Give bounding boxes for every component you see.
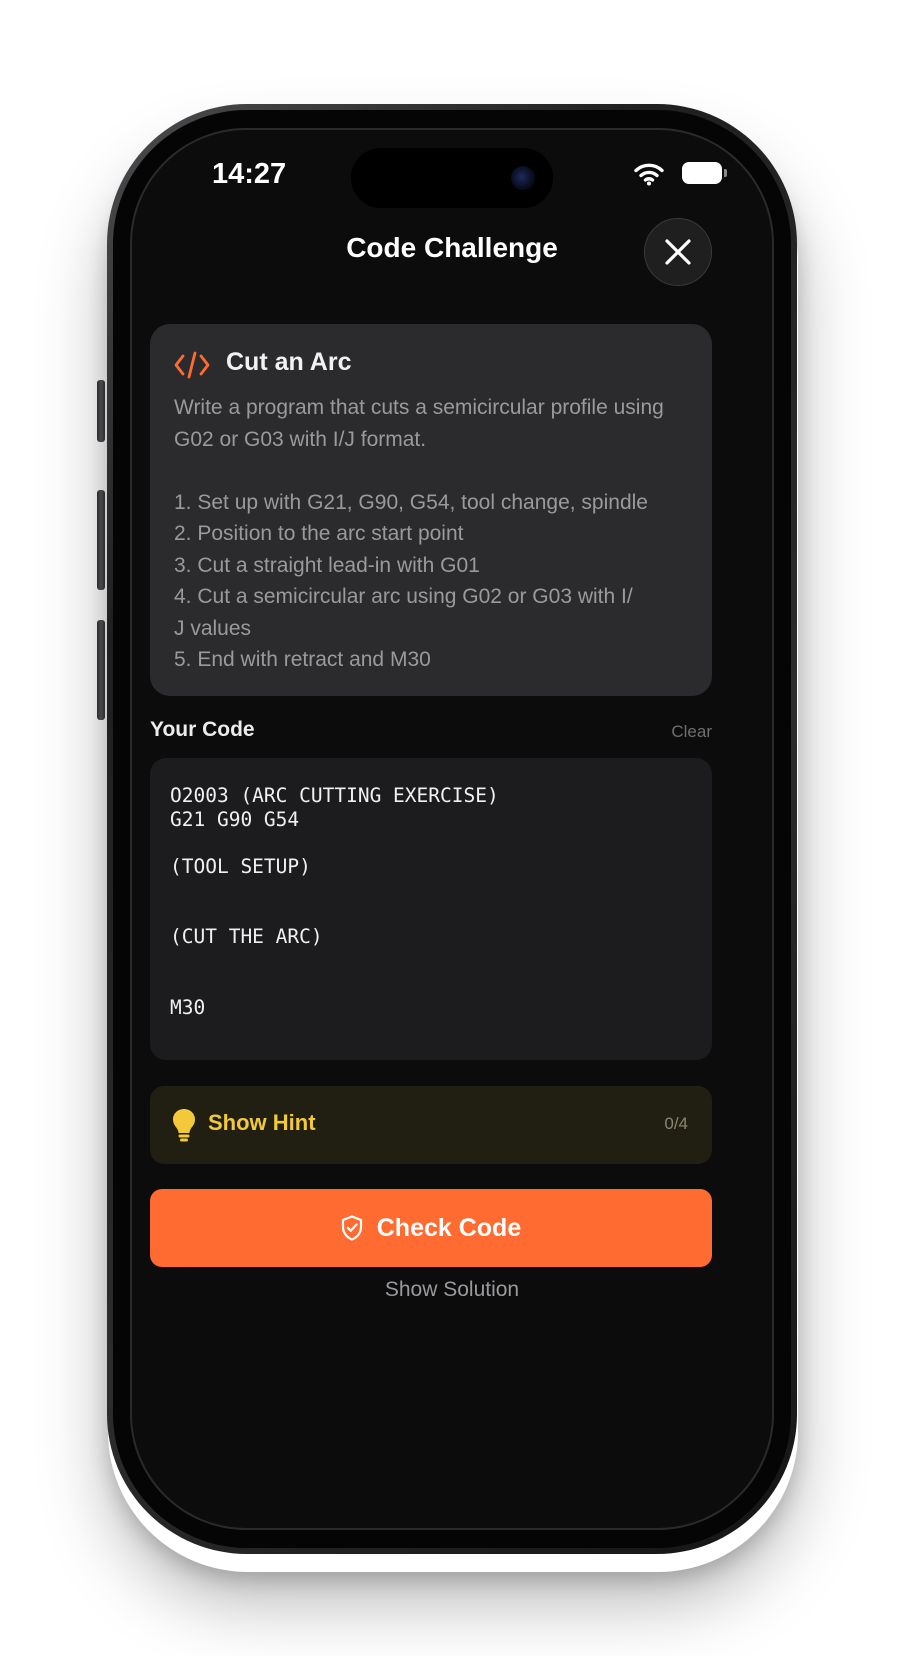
show-solution-button[interactable]: Show Solution (130, 1278, 774, 1302)
battery-cap (724, 169, 727, 177)
challenge-title: Cut an Arc (226, 348, 352, 376)
check-code-label: Check Code (376, 1213, 522, 1242)
shield-check-icon (341, 1215, 362, 1241)
code-editor[interactable]: O2003 (ARC CUTTING EXERCISE) G21 G90 G54… (150, 758, 712, 1060)
front-camera (511, 166, 535, 190)
hint-label: Show Hint (208, 1110, 316, 1135)
volume-down-button (97, 620, 105, 720)
action-button (97, 380, 105, 442)
battery-icon (682, 162, 727, 184)
code-editor-text[interactable]: O2003 (ARC CUTTING EXERCISE) G21 G90 G54… (170, 784, 499, 1019)
dynamic-island (351, 148, 553, 208)
check-code-button[interactable]: Check Code (150, 1189, 712, 1267)
close-icon (665, 239, 691, 265)
hint-counter: 0/4 (664, 1114, 688, 1133)
volume-up-button (97, 490, 105, 590)
challenge-description: Write a program that cuts a semicircular… (174, 396, 664, 671)
device-stage: 14:27 Code Challenge Cut an Arc Write a … (0, 0, 900, 1656)
status-icons (632, 162, 727, 188)
lightbulb-icon (173, 1109, 195, 1142)
code-section-label: Your Code (150, 718, 255, 741)
close-button[interactable] (644, 218, 712, 286)
show-hint-button[interactable]: Show Hint 0/4 (150, 1086, 712, 1164)
code-brackets-icon (174, 351, 210, 379)
app-screen: 14:27 Code Challenge Cut an Arc Write a … (130, 128, 774, 1530)
wifi-icon (634, 163, 664, 186)
clear-button[interactable]: Clear (671, 722, 712, 742)
status-time: 14:27 (212, 158, 287, 190)
challenge-card: Cut an Arc Write a program that cuts a s… (150, 324, 712, 696)
